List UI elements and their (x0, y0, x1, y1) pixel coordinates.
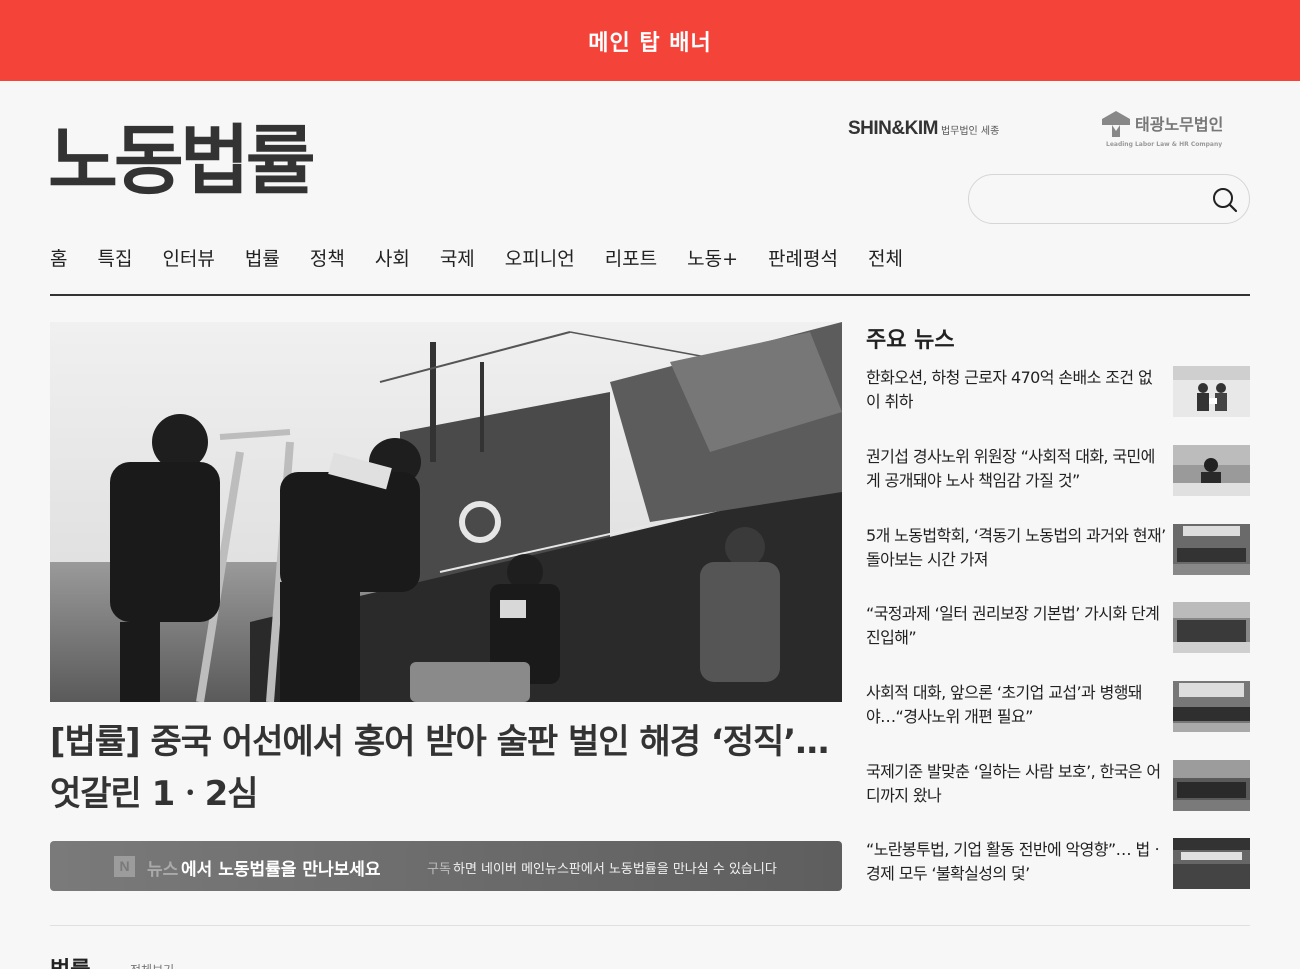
search-input[interactable] (987, 187, 1187, 213)
site-logo[interactable]: 노동법률 (48, 116, 316, 206)
taekwang-emblem-icon (1102, 111, 1130, 137)
top-news-heading: 주요 뉴스 (866, 328, 955, 353)
sponsor-taekwang-name: 태광노무법인 (1135, 115, 1224, 134)
nav-item-society[interactable]: 사회 (375, 244, 410, 274)
top-news-item-title: 국제기준 발맞춘 ‘일하는 사람 보호’, 한국은 어디까지 왔나 (866, 762, 1161, 805)
top-news-thumbnail (1173, 366, 1250, 417)
sponsor-taekwang-tagline: Leading Labor Law & HR Company (1106, 141, 1223, 148)
main-nav: 홈 특집 인터뷰 법률 정책 사회 국제 오피니언 리포트 노동+ 판례평석 전… (50, 244, 1250, 296)
nav-item-international[interactable]: 국제 (440, 244, 475, 274)
nav-item-policy[interactable]: 정책 (310, 244, 345, 274)
top-news-item[interactable]: 한화오션, 하청 근로자 470억 손배소 조건 없이 취하 (866, 366, 1250, 418)
nav-item-all[interactable]: 전체 (868, 244, 903, 274)
sponsor-shinkim-sub: 법무법인 세종 (940, 126, 1000, 137)
top-news-item[interactable]: 국제기준 발맞춘 ‘일하는 사람 보호’, 한국은 어디까지 왔나 (866, 760, 1250, 812)
hero-photo (50, 322, 842, 702)
naver-banner-headline: 에서 노동법률을 만나보세요 (181, 860, 381, 880)
top-news-item-title: 권기섭 경사노위 위원장 “사회적 대화, 국민에게 공개돼야 노사 책임감 가… (866, 447, 1155, 490)
hero-headline[interactable]: [법률] 중국 어선에서 홍어 받아 술판 벌인 해경 ‘정직’…엇갈린 1ㆍ2… (50, 716, 842, 820)
nav-item-law[interactable]: 법률 (245, 244, 280, 274)
top-news-item-title: “국정과제 ‘일터 권리보장 기본법’ 가시화 단계 진입해” (866, 604, 1160, 647)
nav-item-report[interactable]: 리포트 (605, 244, 657, 274)
sponsor-shinkim-logo[interactable]: SHIN&KIM 법무법인 세종 (848, 118, 999, 142)
nav-item-interview[interactable]: 인터뷰 (162, 244, 214, 274)
top-news-item-title: 한화오션, 하청 근로자 470억 손배소 조건 없이 취하 (866, 368, 1153, 411)
nav-item-home[interactable]: 홈 (50, 244, 67, 274)
nav-item-labor-plus[interactable]: 노동+ (687, 244, 738, 274)
top-news-item[interactable]: 사회적 대화, 앞으론 ‘초기업 교섭’과 병행돼야…“경사노위 개편 필요” (866, 681, 1250, 733)
sponsor-taekwang-logo[interactable]: 태광노무법인 Leading Labor Law & HR Company (1100, 106, 1228, 152)
naver-subscribe-word: 구독 (427, 862, 451, 877)
naver-n-icon: N (114, 856, 135, 877)
nav-item-case-review[interactable]: 판례평석 (768, 244, 838, 274)
top-banner-text: 메인 탑 배너 (588, 30, 712, 56)
hero-image[interactable] (50, 322, 842, 702)
top-news-item-title: 사회적 대화, 앞으론 ‘초기업 교섭’과 병행돼야…“경사노위 개편 필요” (866, 683, 1143, 726)
naver-news-word: 뉴스 (147, 860, 179, 880)
top-news-thumbnail (1173, 681, 1250, 732)
naver-subscribe-banner[interactable]: N 뉴스 에서 노동법률을 만나보세요 구독 하면 네이버 메인뉴스판에서 노동… (50, 841, 842, 891)
search-icon[interactable] (1211, 186, 1239, 214)
top-news-thumbnail (1173, 838, 1250, 889)
nav-item-special[interactable]: 특집 (97, 244, 132, 274)
section-heading-law[interactable]: 법률 (50, 952, 90, 969)
nav-item-opinion[interactable]: 오피니언 (505, 244, 575, 274)
section-more-link[interactable]: 전체보기 (130, 961, 174, 969)
top-news-thumbnail (1173, 524, 1250, 575)
top-news-thumbnail (1173, 760, 1250, 811)
top-banner[interactable]: 메인 탑 배너 (0, 0, 1300, 81)
top-news-thumbnail (1173, 445, 1250, 496)
top-news-thumbnail (1173, 602, 1250, 653)
search-box (968, 174, 1250, 224)
naver-banner-subtext: 하면 네이버 메인뉴스판에서 노동법률을 만나실 수 있습니다 (453, 862, 777, 877)
top-news-item-title: 5개 노동법학회, ‘격동기 노동법의 과거와 현재’ 돌아보는 시간 가져 (866, 526, 1166, 569)
top-news-item[interactable]: 5개 노동법학회, ‘격동기 노동법의 과거와 현재’ 돌아보는 시간 가져 (866, 524, 1250, 576)
top-news-item[interactable]: “노란봉투법, 기업 활동 전반에 악영향”… 법ㆍ경제 모두 ‘불확실성의 덫… (866, 838, 1250, 890)
top-news-item-title: “노란봉투법, 기업 활동 전반에 악영향”… 법ㆍ경제 모두 ‘불확실성의 덫… (866, 840, 1164, 883)
top-news-item[interactable]: “국정과제 ‘일터 권리보장 기본법’ 가시화 단계 진입해” (866, 602, 1250, 654)
sponsor-shinkim-name: SHIN&KIM (848, 118, 938, 139)
top-news-item[interactable]: 권기섭 경사노위 위원장 “사회적 대화, 국민에게 공개돼야 노사 책임감 가… (866, 445, 1250, 497)
section-divider (50, 925, 1250, 926)
